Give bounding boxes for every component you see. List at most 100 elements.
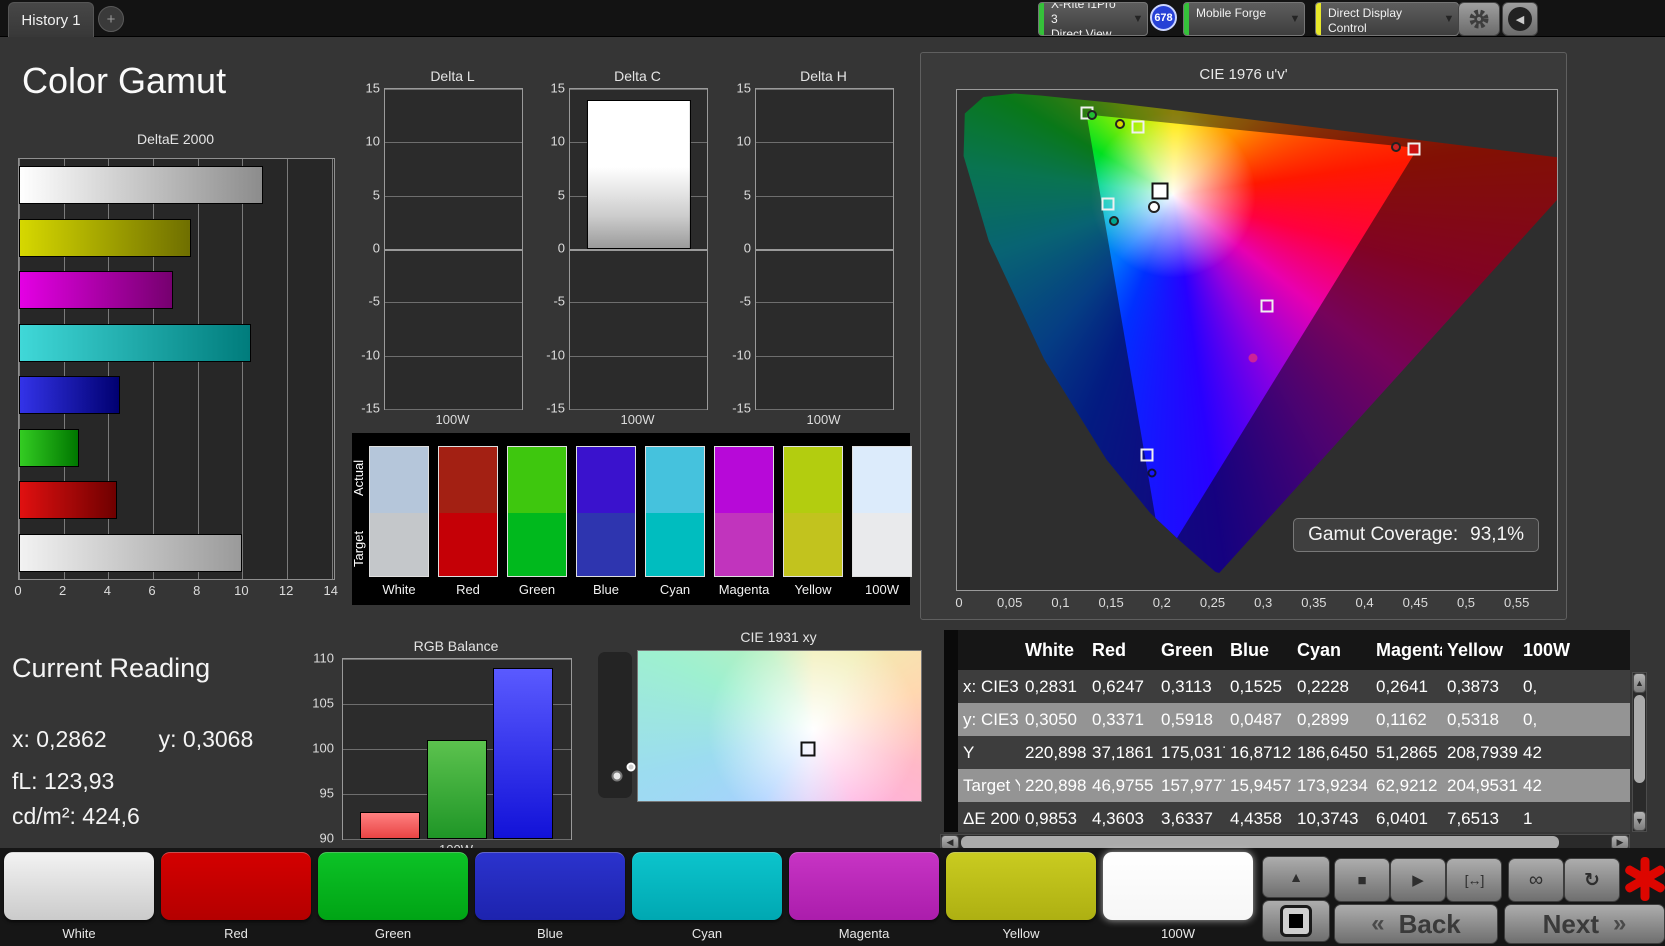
refresh-button[interactable]: ↻ bbox=[1564, 858, 1620, 902]
pattern-patch[interactable] bbox=[318, 852, 468, 920]
value-cell: 4,3603 bbox=[1092, 808, 1144, 828]
delta-l-chart-title: Delta L bbox=[430, 68, 475, 84]
pattern-button-green[interactable]: Green bbox=[318, 852, 468, 941]
gridline bbox=[570, 355, 707, 357]
swatch-label: Blue bbox=[592, 582, 620, 597]
settings-button[interactable] bbox=[1458, 2, 1500, 36]
pattern-button-100w[interactable]: 100W bbox=[1103, 852, 1253, 941]
next-button[interactable]: Next » bbox=[1504, 904, 1665, 944]
meter-count-badge[interactable]: 678 bbox=[1150, 4, 1177, 31]
pattern-patch[interactable] bbox=[1103, 852, 1253, 920]
play-button[interactable]: ▶ bbox=[1390, 858, 1446, 902]
pattern-source-dropdown[interactable]: Mobile Forge ▼ bbox=[1183, 2, 1305, 36]
deltae-bar-yellow bbox=[19, 218, 192, 257]
table-header-cell: Red bbox=[1092, 639, 1127, 660]
add-tab-button[interactable]: + bbox=[98, 6, 124, 32]
alert-asterisk-icon bbox=[1622, 856, 1665, 902]
pattern-patch[interactable] bbox=[4, 852, 154, 920]
swatch-label: Magenta bbox=[718, 582, 770, 597]
collapse-panel-button[interactable]: ◀ bbox=[1502, 2, 1538, 36]
page-title: Color Gamut bbox=[22, 60, 227, 101]
swatch-column-green: Green bbox=[507, 446, 567, 597]
pattern-button-white[interactable]: White bbox=[4, 852, 154, 941]
scroll-down-button[interactable]: ▼ bbox=[1633, 811, 1646, 831]
table-vertical-scrollbar[interactable]: ▲ ▼ bbox=[1632, 672, 1647, 832]
pattern-button-red[interactable]: Red bbox=[161, 852, 311, 941]
axis-tick-label: 105 bbox=[312, 695, 334, 711]
chevron-left-icon: ◀ bbox=[1508, 7, 1532, 31]
axis-tick-label: 10 bbox=[234, 583, 249, 598]
swatch-column-100w: 100W bbox=[852, 446, 912, 597]
axis-tick-label: 95 bbox=[319, 785, 334, 801]
continuous-loop-button[interactable]: ∞ bbox=[1508, 858, 1564, 902]
deltae-bar-white bbox=[19, 166, 263, 204]
actual-swatch bbox=[438, 446, 498, 513]
stop-button[interactable]: ■ bbox=[1334, 858, 1390, 902]
current-reading-xy: x: 0,2862 y: 0,3068 bbox=[12, 726, 254, 752]
gridline bbox=[242, 159, 244, 579]
axis-tick-label: 0,1 bbox=[1051, 595, 1070, 610]
red-measured-marker bbox=[1391, 141, 1402, 152]
gamut-coverage-label: Gamut Coverage: bbox=[1308, 524, 1459, 545]
pattern-patch[interactable] bbox=[161, 852, 311, 920]
table-header-cell: Yellow bbox=[1447, 639, 1504, 660]
axis-tick-label: 0 bbox=[14, 583, 22, 598]
deltae2000-x-axis: 0 2 4 6 8 10 12 14 bbox=[14, 583, 338, 599]
value-cell: 1 bbox=[1523, 808, 1533, 828]
axis-tick-label: 0,15 bbox=[1098, 595, 1124, 610]
workflow-dropdown-label: Direct Display Control bbox=[1328, 6, 1403, 35]
swatch-label: Cyan bbox=[659, 582, 691, 597]
stop-icon: ■ bbox=[1357, 871, 1367, 889]
pattern-button-blue[interactable]: Blue bbox=[475, 852, 625, 941]
value-cell: 4,4358 bbox=[1230, 808, 1282, 828]
meter-dropdown[interactable]: X-Rite i1Pro 3 Direct View ▼ bbox=[1038, 2, 1148, 36]
pattern-window-toggle-button[interactable] bbox=[1262, 900, 1330, 942]
step-mode-button[interactable]: [↔] bbox=[1446, 858, 1502, 902]
pattern-patch[interactable] bbox=[475, 852, 625, 920]
table-row: x: CIE310,2831 0,6247 0,3113 0,1525 0,2228 0,… bbox=[958, 670, 1630, 703]
swatch-label: Yellow bbox=[794, 582, 832, 597]
pattern-button-magenta[interactable]: Magenta bbox=[789, 852, 939, 941]
pattern-button-yellow[interactable]: Yellow bbox=[946, 852, 1096, 941]
actual-row-label: Actual bbox=[351, 459, 366, 497]
value-cell: 0,5918 bbox=[1161, 709, 1213, 729]
chevron-up-icon: ▲ bbox=[1289, 869, 1303, 885]
value-cell: 7,6513 bbox=[1447, 808, 1499, 828]
delta-l-x-label: 100W bbox=[435, 412, 470, 427]
value-cell: 6,0401 bbox=[1376, 808, 1428, 828]
deltae2000-chart bbox=[18, 158, 335, 580]
workflow-dropdown[interactable]: Direct Display Control ▼ bbox=[1315, 2, 1459, 36]
swatch-columns: White Red Green Blue Cyan Magenta Yellow 100W bbox=[369, 446, 912, 597]
pattern-patch[interactable] bbox=[789, 852, 939, 920]
reading-marker bbox=[800, 741, 816, 756]
swatch-label: Green bbox=[518, 582, 556, 597]
value-cell: 0, bbox=[1523, 676, 1538, 696]
axis-tick-label: 0 bbox=[743, 240, 751, 256]
pattern-patch[interactable] bbox=[632, 852, 782, 920]
pattern-patch-label: Blue bbox=[536, 926, 564, 941]
delta-h-x-label: 100W bbox=[806, 412, 841, 427]
axis-tick-label: 110 bbox=[313, 650, 334, 666]
axis-tick-label: 10 bbox=[550, 133, 565, 149]
row-label-cell: x: CIE31 bbox=[963, 676, 1020, 696]
blue-target-marker bbox=[1140, 448, 1154, 462]
table-row: Y 220,898937,1861 175,031716,8712186,6450 5… bbox=[958, 736, 1630, 769]
value-cell: 46,9755 bbox=[1092, 775, 1154, 795]
scroll-up-button[interactable]: ▲ bbox=[1633, 673, 1646, 693]
value-cell: 0,2831 bbox=[1025, 676, 1077, 696]
swatch-label: 100W bbox=[865, 582, 899, 597]
chevron-down-icon: ▼ bbox=[1289, 13, 1301, 25]
actual-swatch bbox=[576, 446, 636, 513]
pattern-patch[interactable] bbox=[946, 852, 1096, 920]
actual-swatch bbox=[783, 446, 843, 513]
vertical-scroll-thumb[interactable] bbox=[1634, 695, 1645, 783]
cie1976-gamut-triangle bbox=[964, 94, 1557, 574]
deltae-bar-green bbox=[19, 428, 80, 467]
back-button[interactable]: « Back bbox=[1334, 904, 1498, 944]
tab-history[interactable]: History 1 bbox=[8, 2, 94, 37]
expand-up-button[interactable]: ▲ bbox=[1262, 856, 1330, 898]
pattern-button-cyan[interactable]: Cyan bbox=[632, 852, 782, 941]
value-cell: 175,0317 bbox=[1161, 742, 1225, 762]
swatch-label: Red bbox=[456, 582, 480, 597]
axis-tick-label: -15 bbox=[732, 400, 751, 416]
